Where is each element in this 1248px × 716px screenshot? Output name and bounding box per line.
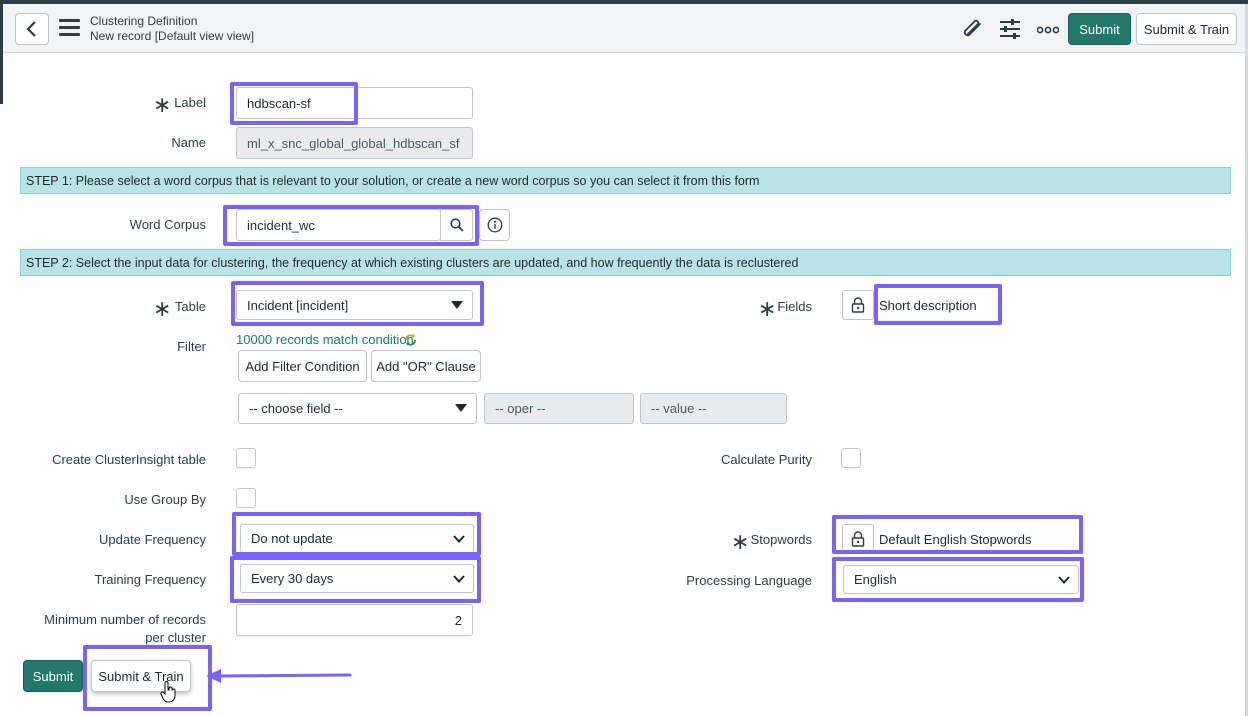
chevron-down-icon bbox=[453, 535, 465, 543]
use-group-by-checkbox[interactable] bbox=[236, 488, 256, 508]
word-corpus-lookup-button[interactable] bbox=[440, 209, 473, 241]
search-icon bbox=[449, 218, 464, 232]
word-corpus-input[interactable] bbox=[236, 209, 441, 241]
table-select[interactable]: Incident [incident] bbox=[236, 290, 473, 320]
use-group-by-label: Use Group By bbox=[124, 492, 206, 507]
update-frequency-label: Update Frequency bbox=[99, 532, 206, 547]
value-value: -- value -- bbox=[651, 401, 707, 416]
word-corpus-label: Word Corpus bbox=[129, 217, 206, 232]
records-match-link[interactable]: 10000 records match condition bbox=[236, 332, 414, 347]
fields-value: Short description bbox=[879, 298, 977, 313]
record-title: Clustering Definition bbox=[90, 14, 198, 28]
refresh-icon[interactable] bbox=[404, 333, 417, 347]
settings-sliders-icon[interactable] bbox=[999, 18, 1021, 40]
label-field-label: Label bbox=[174, 95, 206, 110]
form-header: Clustering Definition New record [Defaul… bbox=[3, 4, 1245, 53]
annotation-arrow bbox=[206, 669, 352, 683]
chevron-down-icon bbox=[453, 575, 465, 583]
header-submit-button[interactable]: Submit bbox=[1068, 13, 1131, 45]
filter-field-label: Filter bbox=[177, 339, 206, 354]
add-filter-condition-button[interactable]: Add Filter Condition bbox=[238, 350, 367, 382]
cluster-insight-label: Create ClusterInsight table bbox=[52, 452, 206, 467]
caret-down-icon bbox=[451, 301, 463, 309]
fields-lock-button[interactable] bbox=[842, 290, 874, 320]
lock-icon bbox=[851, 297, 865, 313]
name-field-label: Name bbox=[171, 135, 206, 150]
hamburger-menu-icon[interactable] bbox=[59, 19, 80, 37]
choose-field-select[interactable]: -- choose field -- bbox=[238, 393, 477, 424]
step2-banner: STEP 2: Select the input data for cluste… bbox=[20, 249, 1231, 276]
back-button[interactable] bbox=[15, 13, 49, 45]
chevron-down-icon bbox=[1058, 576, 1070, 584]
value-input: -- value -- bbox=[640, 393, 787, 424]
oper-value: -- oper -- bbox=[495, 401, 546, 416]
record-subtitle: New record [Default view view] bbox=[90, 29, 255, 43]
lock-icon bbox=[851, 531, 865, 547]
caret-down-icon bbox=[455, 404, 467, 412]
word-corpus-info-button[interactable] bbox=[479, 209, 510, 241]
choose-field-value: -- choose field -- bbox=[249, 401, 343, 416]
processing-language-select[interactable]: English bbox=[843, 565, 1079, 594]
training-frequency-select[interactable]: Every 30 days bbox=[240, 564, 474, 593]
update-frequency-select[interactable]: Do not update bbox=[240, 524, 474, 553]
table-select-value: Incident [incident] bbox=[247, 297, 349, 313]
label-input[interactable] bbox=[236, 87, 473, 119]
update-frequency-value: Do not update bbox=[251, 531, 333, 546]
hand-cursor-icon bbox=[160, 681, 176, 703]
stopwords-label: Stopwords bbox=[750, 532, 812, 547]
stopwords-value: Default English Stopwords bbox=[879, 532, 1032, 547]
stopwords-lock-button[interactable] bbox=[842, 524, 874, 554]
min-records-input[interactable] bbox=[236, 604, 473, 636]
footer-submit-button[interactable]: Submit bbox=[23, 660, 83, 692]
chevron-left-icon bbox=[26, 21, 36, 37]
more-options-icon[interactable] bbox=[1037, 26, 1059, 34]
info-icon bbox=[487, 217, 502, 233]
min-records-label-line1: Minimum number of records bbox=[44, 612, 206, 627]
paperclip-icon[interactable] bbox=[961, 19, 985, 41]
name-input bbox=[236, 127, 473, 159]
calculate-purity-checkbox[interactable] bbox=[841, 448, 861, 468]
cluster-insight-checkbox[interactable] bbox=[236, 448, 256, 468]
calculate-purity-label: Calculate Purity bbox=[720, 452, 812, 467]
oper-select: -- oper -- bbox=[484, 393, 634, 424]
step1-banner: STEP 1: Please select a word corpus that… bbox=[20, 167, 1231, 194]
processing-language-label: Processing Language bbox=[686, 573, 812, 588]
header-submit-train-button[interactable]: Submit & Train bbox=[1136, 13, 1237, 45]
add-or-clause-button[interactable]: Add "OR" Clause bbox=[371, 350, 481, 382]
table-field-label: Table bbox=[174, 299, 206, 314]
fields-field-label: Fields bbox=[777, 299, 812, 314]
processing-language-value: English bbox=[854, 572, 897, 587]
min-records-label-line2: per cluster bbox=[145, 630, 206, 645]
training-frequency-value: Every 30 days bbox=[251, 571, 334, 586]
training-frequency-label: Training Frequency bbox=[94, 572, 206, 587]
